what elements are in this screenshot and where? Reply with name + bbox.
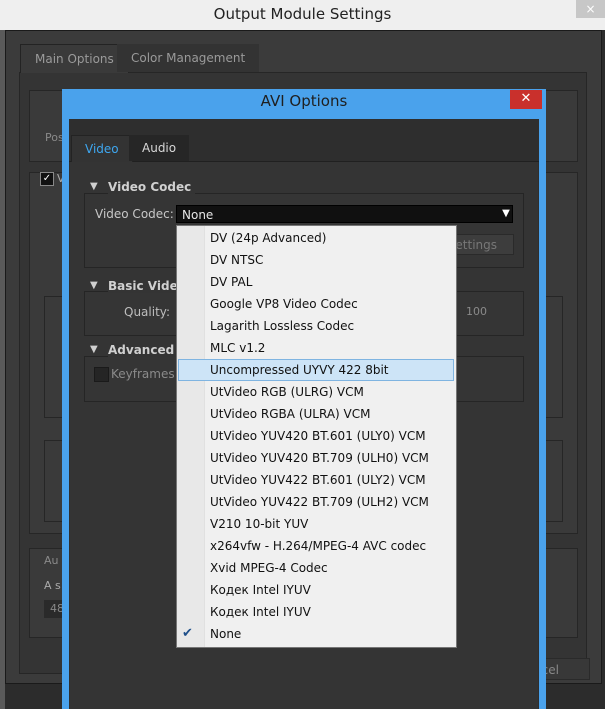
- tab-main-options[interactable]: Main Options: [20, 44, 129, 73]
- tab-video[interactable]: Video: [71, 135, 133, 162]
- keyframes-checkbox[interactable]: [94, 367, 109, 382]
- dropdown-option[interactable]: DV PAL: [178, 271, 454, 293]
- dropdown-option[interactable]: UtVideo YUV422 BT.601 (ULY2) VCM: [178, 469, 454, 491]
- dropdown-option[interactable]: Кодек Intel IYUV: [178, 601, 454, 623]
- dropdown-option[interactable]: UtVideo YUV420 BT.601 (ULY0) VCM: [178, 425, 454, 447]
- dropdown-option[interactable]: Кодек Intel IYUV: [178, 579, 454, 601]
- dropdown-option[interactable]: UtVideo YUV422 BT.709 (ULH2) VCM: [178, 491, 454, 513]
- dropdown-option[interactable]: Lagarith Lossless Codec: [178, 315, 454, 337]
- collapse-triangle-icon[interactable]: ▼: [90, 181, 98, 192]
- quality-label: Quality:: [124, 305, 171, 319]
- collapse-triangle-icon[interactable]: ▼: [90, 280, 98, 291]
- dropdown-option[interactable]: DV NTSC: [178, 249, 454, 271]
- dropdown-option[interactable]: Google VP8 Video Codec: [178, 293, 454, 315]
- quality-value[interactable]: 100: [466, 305, 487, 318]
- dropdown-option-selected[interactable]: None: [178, 623, 454, 645]
- checkmark-icon: ✔: [182, 626, 193, 641]
- chevron-down-icon[interactable]: ▼: [499, 205, 513, 223]
- dropdown-option[interactable]: DV (24p Advanced): [178, 227, 454, 249]
- outer-close-button[interactable]: ×: [576, 0, 605, 18]
- outer-video-checkbox[interactable]: ✓: [40, 172, 54, 186]
- dropdown-option-highlighted[interactable]: Uncompressed UYVY 422 8bit: [178, 359, 454, 381]
- avi-dialog-title: AVI Options: [260, 92, 348, 110]
- tab-color-management[interactable]: Color Management: [117, 44, 260, 72]
- dropdown-option[interactable]: x264vfw - H.264/MPEG-4 AVC codec: [178, 535, 454, 557]
- outer-audio-sample-label: A s: [44, 579, 61, 592]
- tab-audio[interactable]: Audio: [129, 135, 190, 161]
- collapse-triangle-icon[interactable]: ▼: [90, 344, 98, 355]
- dropdown-option[interactable]: UtVideo RGBA (ULRA) VCM: [178, 403, 454, 425]
- video-codec-section-title: Video Codec: [108, 180, 196, 194]
- outer-window-title: Output Module Settings: [213, 5, 392, 23]
- avi-tabs-divider: [69, 161, 539, 162]
- video-codec-label: Video Codec:: [95, 207, 174, 221]
- keyframes-label: Keyframes: [111, 367, 175, 381]
- dropdown-option[interactable]: UtVideo YUV420 BT.709 (ULH0) VCM: [178, 447, 454, 469]
- dropdown-option[interactable]: V210 10-bit YUV: [178, 513, 454, 535]
- dropdown-option[interactable]: MLC v1.2: [178, 337, 454, 359]
- avi-close-button[interactable]: ✕: [510, 90, 542, 109]
- outer-pos-label: Pos: [45, 131, 64, 144]
- dropdown-option[interactable]: Xvid MPEG-4 Codec: [178, 557, 454, 579]
- outer-audio-label: Au: [44, 554, 59, 567]
- dropdown-option[interactable]: UtVideo RGB (ULRG) VCM: [178, 381, 454, 403]
- video-codec-select[interactable]: None: [176, 205, 513, 223]
